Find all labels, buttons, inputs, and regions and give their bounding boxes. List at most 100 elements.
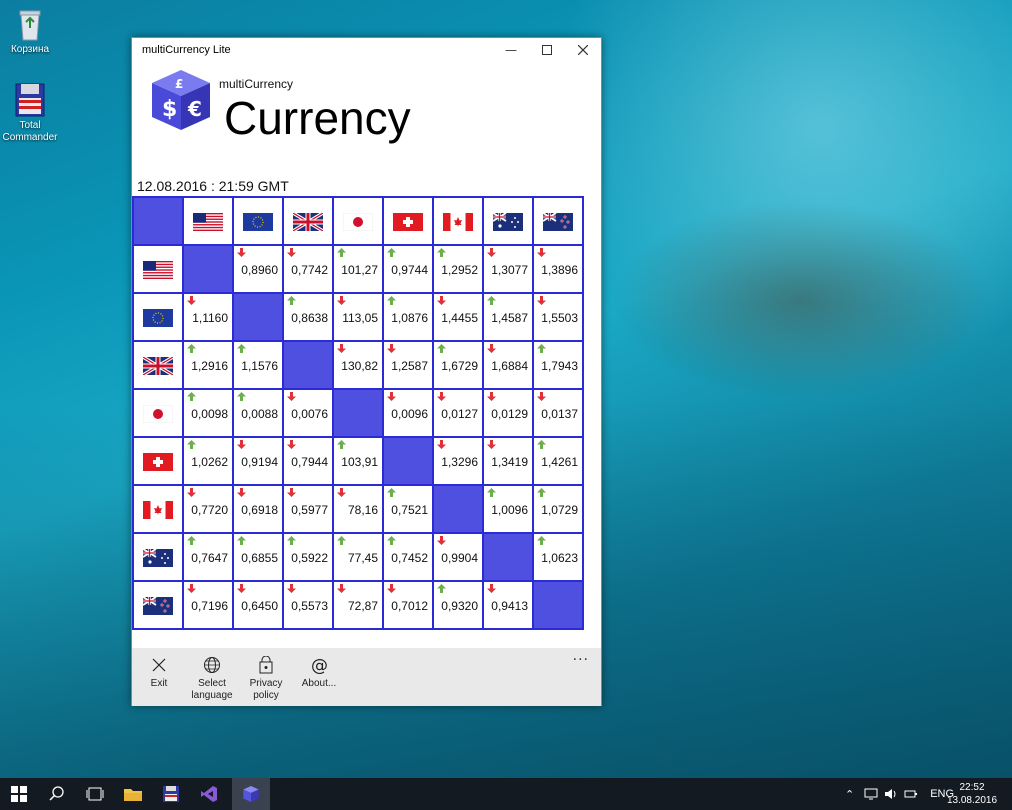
table-row: 1,2916 1,1576 130,82 1,2587 1,6729 1,6884 1,79… <box>132 340 584 390</box>
rate-cell[interactable]: 103,91 <box>332 436 384 486</box>
rate-cell[interactable]: 1,6729 <box>432 340 484 390</box>
rate-cell[interactable]: 0,6855 <box>232 532 284 582</box>
rate-cell[interactable]: 0,7647 <box>182 532 234 582</box>
rate-cell[interactable]: 0,7944 <box>282 436 334 486</box>
row-header-usd[interactable] <box>132 244 184 294</box>
rate-cell[interactable]: 0,6450 <box>232 580 284 630</box>
task-view-button[interactable] <box>76 778 114 810</box>
row-header-gbp[interactable] <box>132 340 184 390</box>
maximize-button[interactable] <box>529 38 565 62</box>
rate-cell[interactable]: 0,9904 <box>432 532 484 582</box>
rate-cell[interactable]: 0,7452 <box>382 532 434 582</box>
rate-cell[interactable]: 1,2952 <box>432 244 484 294</box>
rate-cell[interactable]: 1,0876 <box>382 292 434 342</box>
close-button[interactable] <box>565 38 601 62</box>
rate-cell[interactable]: 1,6884 <box>482 340 534 390</box>
file-explorer-taskbar-button[interactable] <box>114 778 152 810</box>
rate-cell[interactable]: 0,9194 <box>232 436 284 486</box>
rate-cell[interactable]: 1,3896 <box>532 244 584 294</box>
rate-cell[interactable]: 130,82 <box>332 340 384 390</box>
rate-cell[interactable]: 0,0096 <box>382 388 434 438</box>
rate-cell[interactable]: 0,5573 <box>282 580 334 630</box>
rate-cell[interactable]: 0,7521 <box>382 484 434 534</box>
column-header-cad[interactable] <box>432 196 484 246</box>
rate-cell[interactable]: 1,3419 <box>482 436 534 486</box>
clock[interactable]: 22:52 13.08.2016 <box>942 781 1002 807</box>
rate-cell[interactable]: 0,7720 <box>182 484 234 534</box>
rate-cell[interactable]: 0,7012 <box>382 580 434 630</box>
speaker-icon[interactable] <box>884 788 898 800</box>
rate-cell[interactable]: 0,6918 <box>232 484 284 534</box>
about-button[interactable]: @ About... <box>294 656 344 690</box>
rate-cell[interactable]: 72,87 <box>332 580 384 630</box>
visual-studio-taskbar-button[interactable] <box>190 778 228 810</box>
rate-cell[interactable]: 1,0262 <box>182 436 234 486</box>
rate-cell[interactable]: 0,5977 <box>282 484 334 534</box>
rate-cell[interactable]: 1,2587 <box>382 340 434 390</box>
select-language-button[interactable]: Select language <box>187 656 237 702</box>
desktop-icon-total-commander[interactable]: Total Commander <box>0 82 60 144</box>
row-header-jpy[interactable] <box>132 388 184 438</box>
multicurrency-taskbar-button[interactable] <box>232 778 270 810</box>
rate-cell[interactable]: 1,1160 <box>182 292 234 342</box>
rate-cell[interactable]: 1,2916 <box>182 340 234 390</box>
rate-cell[interactable]: 1,0623 <box>532 532 584 582</box>
row-header-chf[interactable] <box>132 436 184 486</box>
rate-cell[interactable]: 113,05 <box>332 292 384 342</box>
search-button[interactable] <box>38 778 76 810</box>
chevron-up-icon[interactable]: ⌃ <box>845 788 854 801</box>
column-header-aud[interactable] <box>482 196 534 246</box>
rate-cell[interactable]: 1,5503 <box>532 292 584 342</box>
rate-cell[interactable]: 1,3077 <box>482 244 534 294</box>
rate-cell[interactable]: 0,9744 <box>382 244 434 294</box>
rate-cell[interactable]: 0,0098 <box>182 388 234 438</box>
battery-icon[interactable] <box>904 788 918 800</box>
rate-cell[interactable]: 0,9320 <box>432 580 484 630</box>
rate-cell[interactable]: 0,0127 <box>432 388 484 438</box>
more-button[interactable]: ... <box>573 648 589 664</box>
rate-cell[interactable]: 1,4455 <box>432 292 484 342</box>
arrow-up-icon <box>487 488 496 497</box>
column-header-usd[interactable] <box>182 196 234 246</box>
column-header-eur[interactable] <box>232 196 284 246</box>
network-icon[interactable] <box>864 788 878 800</box>
arrow-up-icon <box>187 392 196 401</box>
rate-cell[interactable]: 77,45 <box>332 532 384 582</box>
rate-cell[interactable]: 1,0096 <box>482 484 534 534</box>
rate-cell[interactable]: 1,3296 <box>432 436 484 486</box>
desktop-icon-recycle-bin[interactable]: Корзина <box>0 6 60 56</box>
rate-cell[interactable]: 1,1576 <box>232 340 284 390</box>
row-header-cad[interactable] <box>132 484 184 534</box>
row-header-eur[interactable] <box>132 292 184 342</box>
rate-cell[interactable]: 1,4261 <box>532 436 584 486</box>
rate-cell[interactable]: 0,0088 <box>232 388 284 438</box>
rate-cell[interactable]: 0,9413 <box>482 580 534 630</box>
total-commander-taskbar-button[interactable] <box>152 778 190 810</box>
start-button[interactable] <box>0 778 38 810</box>
rate-cell[interactable]: 0,0129 <box>482 388 534 438</box>
rate-cell[interactable]: 0,0137 <box>532 388 584 438</box>
row-header-nzd[interactable] <box>132 580 184 630</box>
rate-value: 113,05 <box>342 311 378 325</box>
rate-cell[interactable]: 0,8638 <box>282 292 334 342</box>
rate-cell[interactable]: 1,7943 <box>532 340 584 390</box>
exit-button[interactable]: Exit <box>134 656 184 690</box>
rate-cell[interactable]: 0,0076 <box>282 388 334 438</box>
rate-cell[interactable]: 1,4587 <box>482 292 534 342</box>
rate-cell[interactable]: 1,0729 <box>532 484 584 534</box>
title-bar[interactable]: multiCurrency Lite — <box>132 38 601 62</box>
column-header-jpy[interactable] <box>332 196 384 246</box>
row-header-aud[interactable] <box>132 532 184 582</box>
rate-cell[interactable]: 0,7196 <box>182 580 234 630</box>
rate-cell[interactable]: 0,5922 <box>282 532 334 582</box>
rate-cell[interactable]: 0,8960 <box>232 244 284 294</box>
minimize-button[interactable]: — <box>493 38 529 62</box>
privacy-policy-button[interactable]: Privacy policy <box>241 655 291 702</box>
column-header-gbp[interactable] <box>282 196 334 246</box>
rate-cell[interactable]: 101,27 <box>332 244 384 294</box>
currency-grid: 0,8960 0,7742 101,27 0,9744 1,2952 1,3077 1,38… <box>132 196 584 630</box>
column-header-chf[interactable] <box>382 196 434 246</box>
column-header-nzd[interactable] <box>532 196 584 246</box>
rate-cell[interactable]: 78,16 <box>332 484 384 534</box>
rate-cell[interactable]: 0,7742 <box>282 244 334 294</box>
